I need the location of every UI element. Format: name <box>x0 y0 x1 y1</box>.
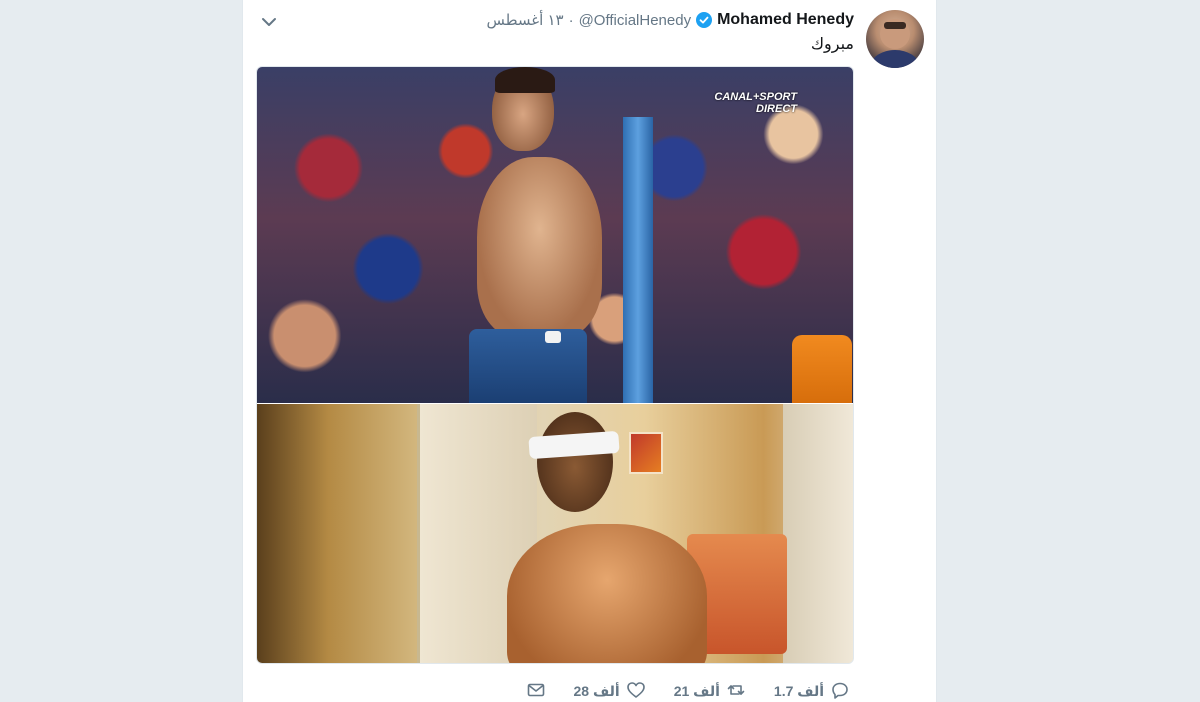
direct-message-button[interactable] <box>526 680 546 702</box>
reply-button[interactable]: 1.7 ألف <box>774 680 850 702</box>
tweet-header: Mohamed Henedy @OfficialHenedy · ١٣ أغسط… <box>486 9 854 31</box>
heart-icon <box>626 680 646 702</box>
goal-post <box>623 117 653 403</box>
player-torso <box>477 157 602 337</box>
broadcaster-logo-line2: DIRECT <box>756 103 797 115</box>
retweet-count: 21 ألف <box>673 683 720 699</box>
like-count: 28 ألف <box>573 683 620 699</box>
like-button[interactable]: 28 ألف <box>574 680 646 702</box>
door-right <box>783 404 853 663</box>
wristband <box>545 331 561 343</box>
broadcaster-logo-line1: CANAL+SPORT <box>714 91 797 103</box>
tweet-text: مبروك <box>810 36 854 53</box>
man-head <box>537 412 613 512</box>
retweet-button[interactable]: 21 ألف <box>674 680 746 702</box>
tweet-media[interactable]: CANAL+SPORT DIRECT <box>256 66 854 664</box>
movie-scene-photo[interactable] <box>257 404 853 663</box>
envelope-icon <box>526 680 546 702</box>
football-celebration-photo[interactable]: CANAL+SPORT DIRECT <box>257 67 853 403</box>
separator-dot: · <box>568 11 574 29</box>
broadcaster-logo: CANAL+SPORT DIRECT <box>714 91 797 115</box>
tweet-timestamp[interactable]: ١٣ أغسطس <box>486 11 563 29</box>
reply-icon <box>830 680 850 702</box>
author-handle[interactable]: @OfficialHenedy <box>579 12 692 29</box>
player-shorts <box>469 329 587 403</box>
reply-count: 1.7 ألف <box>773 683 824 699</box>
avatar[interactable] <box>866 10 924 68</box>
man-torso <box>507 524 707 663</box>
wall-poster <box>629 432 663 474</box>
tweet-actions: 1.7 ألف 21 ألف 28 ألف <box>526 680 851 702</box>
chevron-down-icon[interactable] <box>259 12 279 32</box>
author-display-name[interactable]: Mohamed Henedy <box>717 11 854 29</box>
player-hair <box>495 67 555 93</box>
steward-vest <box>792 335 852 403</box>
verified-badge-icon <box>696 12 713 28</box>
tweet-card: Mohamed Henedy @OfficialHenedy · ١٣ أغسط… <box>242 0 937 702</box>
retweet-icon <box>726 680 746 702</box>
